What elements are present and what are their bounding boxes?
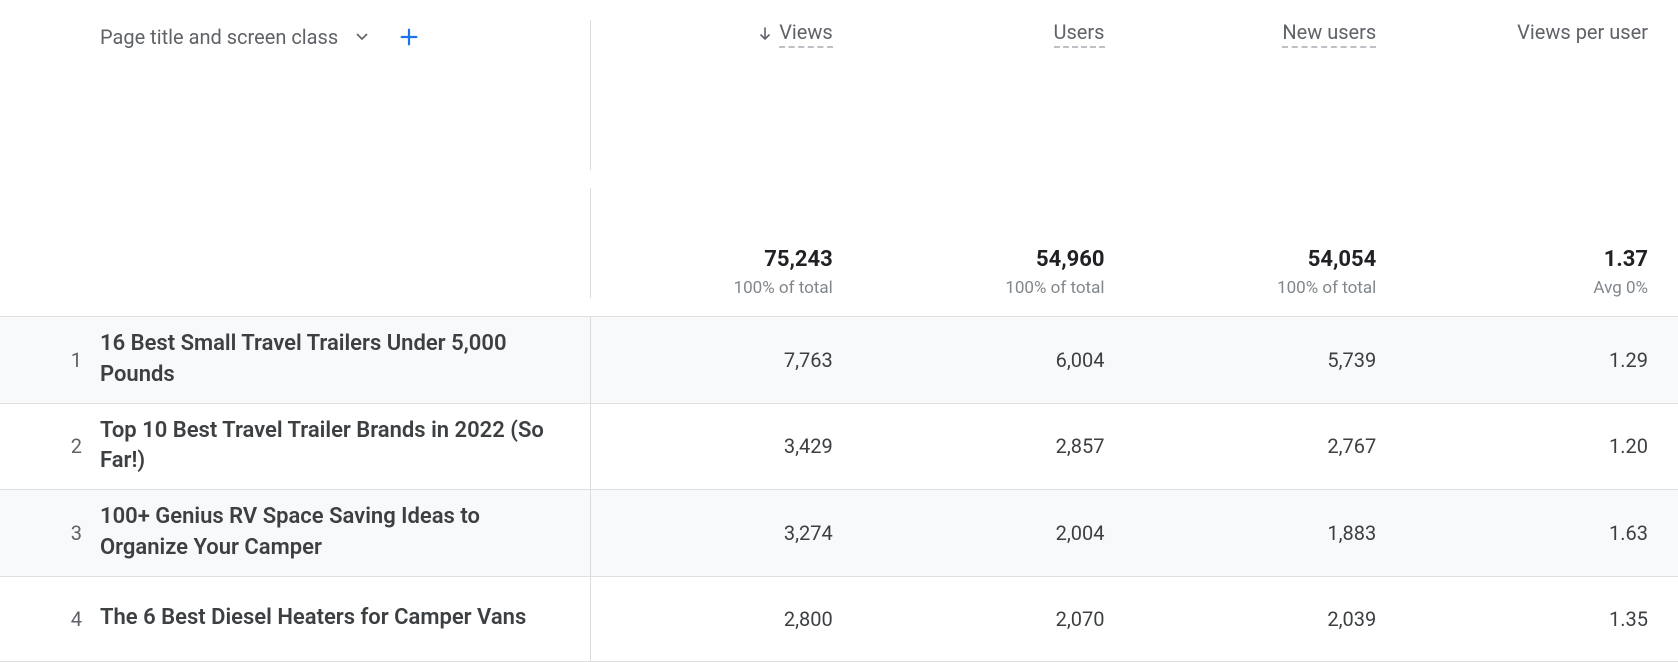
summary-views-per-user: 1.37 Avg 0% — [1406, 247, 1678, 298]
sort-descending-icon — [759, 27, 771, 41]
row-index: 2 — [0, 434, 100, 458]
column-header-new-users[interactable]: New users — [1135, 20, 1407, 48]
table-header-row: Page title and screen class Views — [0, 0, 1678, 170]
row-index: 1 — [0, 348, 100, 372]
summary-new-users: 54,054 100% of total — [1135, 247, 1407, 298]
row-index: 4 — [0, 607, 100, 631]
summary-value: 54,054 — [1135, 247, 1377, 272]
column-label: Users — [1054, 20, 1105, 48]
summary-users: 54,960 100% of total — [863, 247, 1135, 298]
cell-new-users: 2,767 — [1135, 434, 1407, 458]
analytics-table: Page title and screen class Views — [0, 0, 1678, 662]
table-row[interactable]: 3100+ Genius RV Space Saving Ideas to Or… — [0, 489, 1678, 576]
column-header-users[interactable]: Users — [863, 20, 1135, 48]
row-title[interactable]: The 6 Best Diesel Heaters for Camper Van… — [100, 591, 590, 646]
dimension-selector[interactable]: Page title and screen class — [100, 20, 590, 50]
cell-users: 2,070 — [863, 607, 1135, 631]
table-body: 116 Best Small Travel Trailers Under 5,0… — [0, 316, 1678, 662]
row-title[interactable]: Top 10 Best Travel Trailer Brands in 202… — [100, 404, 590, 490]
column-label: New users — [1282, 20, 1376, 48]
cell-users: 2,004 — [863, 521, 1135, 545]
row-index: 3 — [0, 521, 100, 545]
cell-views-per-user: 1.35 — [1406, 607, 1678, 631]
cell-new-users: 5,739 — [1135, 348, 1407, 372]
cell-views: 3,429 — [591, 434, 863, 458]
chevron-down-icon — [352, 33, 372, 41]
row-title[interactable]: 100+ Genius RV Space Saving Ideas to Org… — [100, 490, 590, 576]
summary-sublabel: 100% of total — [591, 278, 833, 298]
table-summary-row: 75,243 100% of total 54,960 100% of tota… — [0, 170, 1678, 316]
row-title[interactable]: 16 Best Small Travel Trailers Under 5,00… — [100, 317, 590, 403]
summary-sublabel: Avg 0% — [1406, 278, 1648, 298]
cell-views: 2,800 — [591, 607, 863, 631]
summary-sublabel: 100% of total — [1135, 278, 1377, 298]
cell-views-per-user: 1.63 — [1406, 521, 1678, 545]
column-header-views-per-user[interactable]: Views per user — [1406, 20, 1678, 44]
cell-users: 2,857 — [863, 434, 1135, 458]
table-row[interactable]: 4The 6 Best Diesel Heaters for Camper Va… — [0, 576, 1678, 662]
summary-value: 54,960 — [863, 247, 1105, 272]
cell-users: 6,004 — [863, 348, 1135, 372]
column-header-views[interactable]: Views — [591, 20, 863, 48]
summary-value: 1.37 — [1406, 247, 1648, 272]
cell-new-users: 1,883 — [1135, 521, 1407, 545]
cell-new-users: 2,039 — [1135, 607, 1407, 631]
summary-views: 75,243 100% of total — [591, 247, 863, 298]
cell-views-per-user: 1.20 — [1406, 434, 1678, 458]
cell-views: 3,274 — [591, 521, 863, 545]
column-label: Views — [779, 20, 833, 48]
summary-sublabel: 100% of total — [863, 278, 1105, 298]
table-row[interactable]: 116 Best Small Travel Trailers Under 5,0… — [0, 316, 1678, 403]
table-row[interactable]: 2Top 10 Best Travel Trailer Brands in 20… — [0, 403, 1678, 490]
summary-value: 75,243 — [591, 247, 833, 272]
cell-views-per-user: 1.29 — [1406, 348, 1678, 372]
dimension-label: Page title and screen class — [100, 25, 338, 49]
column-label: Views per user — [1517, 20, 1648, 44]
add-dimension-button[interactable] — [396, 24, 422, 50]
cell-views: 7,763 — [591, 348, 863, 372]
